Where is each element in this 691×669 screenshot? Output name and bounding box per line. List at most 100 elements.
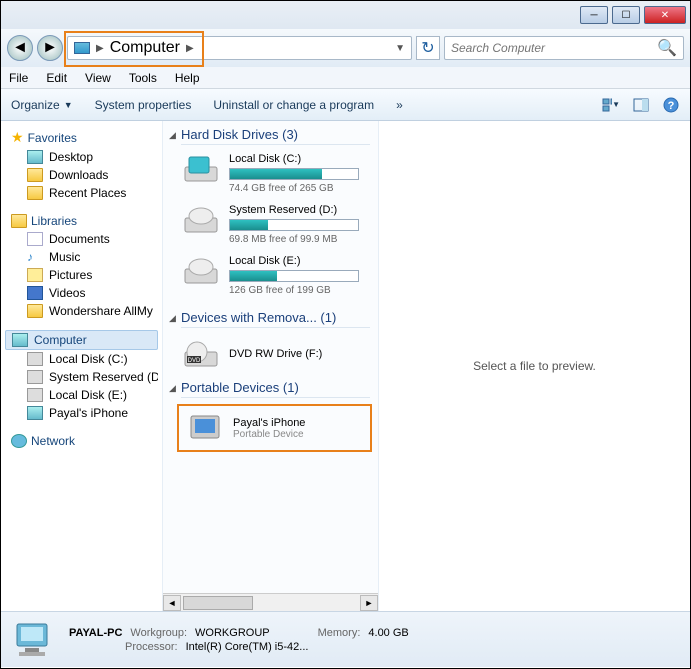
sidebar-item-local-c[interactable]: Local Disk (C:) xyxy=(5,350,158,368)
system-properties-button[interactable]: System properties xyxy=(95,98,192,112)
details-pane: PAYAL-PC Workgroup: WORKGROUP Memory: 4.… xyxy=(1,611,690,667)
folder-icon xyxy=(27,168,43,182)
menu-file[interactable]: File xyxy=(9,71,28,85)
desktop-icon xyxy=(27,150,43,164)
section-portable-devices[interactable]: ◢ Portable Devices (1) xyxy=(163,374,378,397)
minimize-button[interactable]: ─ xyxy=(580,6,608,24)
toolbar: Organize ▼ System properties Uninstall o… xyxy=(1,89,690,121)
sidebar-libraries-label: Libraries xyxy=(31,214,77,228)
back-button[interactable]: ◄ xyxy=(7,35,33,61)
menu-help[interactable]: Help xyxy=(175,71,200,85)
divider xyxy=(181,397,370,398)
search-box[interactable]: 🔍 xyxy=(444,36,684,60)
device-iphone[interactable]: Payal's iPhone Portable Device xyxy=(177,404,372,452)
menu-tools[interactable]: Tools xyxy=(129,71,157,85)
sidebar-item-pictures[interactable]: Pictures xyxy=(5,266,158,284)
drive-local-e[interactable]: Local Disk (E:) 126 GB free of 199 GB xyxy=(163,253,378,304)
sidebar-item-desktop[interactable]: Desktop xyxy=(5,148,158,166)
preview-pane-button[interactable] xyxy=(632,97,650,113)
sidebar-item-iphone[interactable]: Payal's iPhone xyxy=(5,404,158,422)
sidebar-item-label: Music xyxy=(49,250,80,264)
search-input[interactable] xyxy=(451,41,657,55)
breadcrumb-location[interactable]: Computer xyxy=(110,39,180,57)
device-name: DVD RW Drive (F:) xyxy=(229,348,370,360)
chevron-right-icon: ▶ xyxy=(96,43,104,54)
preview-hint: Select a file to preview. xyxy=(473,359,596,373)
sidebar-item-recent[interactable]: Recent Places xyxy=(5,184,158,202)
sidebar-favorites[interactable]: ★ Favorites xyxy=(5,127,158,148)
processor-value: Intel(R) Core(TM) i5-42... xyxy=(186,641,309,653)
dvd-icon: DVD xyxy=(181,338,221,370)
content-pane: ◢ Hard Disk Drives (3) Local Disk (C:) 7… xyxy=(163,121,378,611)
refresh-icon: ↻ xyxy=(421,38,434,58)
section-hard-disk-drives[interactable]: ◢ Hard Disk Drives (3) xyxy=(163,121,378,144)
capacity-bar xyxy=(229,219,359,231)
collapse-icon: ◢ xyxy=(169,383,176,394)
divider xyxy=(181,144,370,145)
music-icon: ♪ xyxy=(27,250,43,264)
menu-view[interactable]: View xyxy=(85,71,111,85)
sidebar-network[interactable]: Network xyxy=(5,432,158,450)
computer-icon xyxy=(74,42,90,54)
drive-name: Local Disk (C:) xyxy=(229,153,370,165)
sidebar-item-label: Wondershare AllMy xyxy=(49,304,153,318)
device-name: Payal's iPhone xyxy=(233,417,364,429)
sidebar-item-music[interactable]: ♪ Music xyxy=(5,248,158,266)
main-area: ★ Favorites Desktop Downloads Recent Pla… xyxy=(1,121,690,611)
preview-pane: Select a file to preview. xyxy=(378,121,690,611)
videos-icon xyxy=(27,286,43,300)
capacity-bar xyxy=(229,270,359,282)
forward-button[interactable]: ► xyxy=(37,35,63,61)
scroll-thumb[interactable] xyxy=(183,596,253,610)
navigation-pane: ★ Favorites Desktop Downloads Recent Pla… xyxy=(1,121,163,611)
device-dvd-drive[interactable]: DVD DVD RW Drive (F:) xyxy=(163,334,378,374)
chevron-down-icon[interactable]: ▼ xyxy=(395,43,405,54)
close-button[interactable]: ✕ xyxy=(644,6,686,24)
organize-label: Organize xyxy=(11,98,60,112)
sidebar-item-system-reserved[interactable]: System Reserved (D: xyxy=(5,368,158,386)
sidebar-item-label: Pictures xyxy=(49,268,92,282)
menu-bar: File Edit View Tools Help xyxy=(1,67,690,89)
collapse-icon: ◢ xyxy=(169,313,176,324)
drive-system-reserved[interactable]: System Reserved (D:) 69.8 MB free of 99.… xyxy=(163,202,378,253)
address-bar-row: ◄ ► ▶ Computer ▶ ▼ ↻ 🔍 xyxy=(1,29,690,67)
section-title: Portable Devices (1) xyxy=(181,380,299,395)
sidebar-computer-label: Computer xyxy=(34,333,87,347)
drive-free-text: 126 GB free of 199 GB xyxy=(229,285,370,296)
svg-text:DVD: DVD xyxy=(188,358,201,364)
collapse-icon: ◢ xyxy=(169,130,176,141)
drive-free-text: 74.4 GB free of 265 GB xyxy=(229,183,370,194)
memory-value: 4.00 GB xyxy=(368,627,408,639)
organize-button[interactable]: Organize ▼ xyxy=(11,98,73,112)
toolbar-more-button[interactable]: » xyxy=(396,98,403,112)
sidebar-item-documents[interactable]: Documents xyxy=(5,230,158,248)
sidebar-libraries[interactable]: Libraries xyxy=(5,212,158,230)
workgroup-value: WORKGROUP xyxy=(195,627,270,639)
breadcrumb[interactable]: ▶ Computer ▶ ▼ xyxy=(67,36,412,60)
sidebar-item-wondershare[interactable]: Wondershare AllMy xyxy=(5,302,158,320)
section-removable-devices[interactable]: ◢ Devices with Remova... (1) xyxy=(163,304,378,327)
sidebar-item-downloads[interactable]: Downloads xyxy=(5,166,158,184)
network-icon xyxy=(11,434,27,448)
scroll-right-button[interactable]: ► xyxy=(360,595,378,611)
folder-icon xyxy=(27,304,43,318)
scroll-left-button[interactable]: ◄ xyxy=(163,595,181,611)
horizontal-scrollbar[interactable]: ◄ ► xyxy=(163,593,378,611)
drive-icon xyxy=(181,255,221,287)
memory-label: Memory: xyxy=(318,627,361,639)
sidebar-item-videos[interactable]: Videos xyxy=(5,284,158,302)
menu-edit[interactable]: Edit xyxy=(46,71,67,85)
capacity-bar xyxy=(229,168,359,180)
refresh-button[interactable]: ↻ xyxy=(416,36,440,60)
drive-local-c[interactable]: Local Disk (C:) 74.4 GB free of 265 GB xyxy=(163,151,378,202)
sidebar-item-local-e[interactable]: Local Disk (E:) xyxy=(5,386,158,404)
view-options-button[interactable]: ▼ xyxy=(602,97,620,113)
uninstall-program-button[interactable]: Uninstall or change a program xyxy=(213,98,374,112)
sidebar-computer[interactable]: Computer xyxy=(5,330,158,350)
search-icon: 🔍 xyxy=(657,38,677,58)
sidebar-item-label: Local Disk (C:) xyxy=(49,352,128,366)
maximize-button[interactable]: ☐ xyxy=(612,6,640,24)
sidebar-item-label: Videos xyxy=(49,286,85,300)
help-button[interactable]: ? xyxy=(662,97,680,113)
uninstall-label: Uninstall or change a program xyxy=(213,98,374,112)
